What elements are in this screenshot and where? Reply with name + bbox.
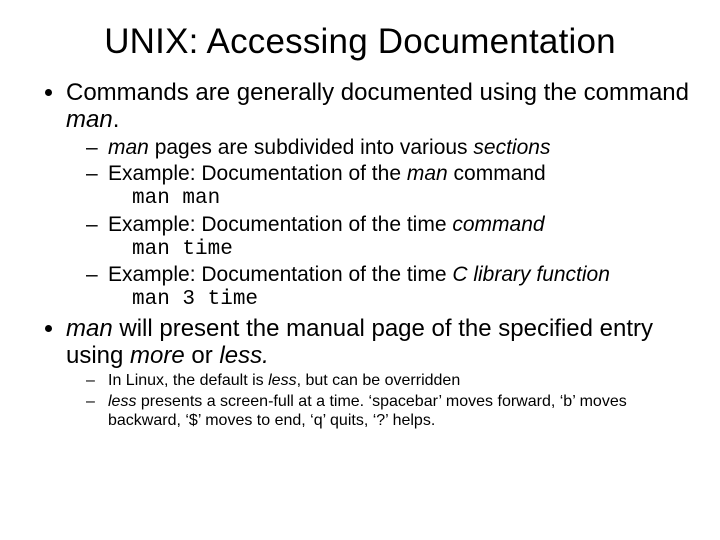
sub-2a-post: , but can be overridden: [297, 372, 461, 389]
sub-1b: Example: Documentation of the man comman…: [108, 162, 692, 211]
bullet-2: man will present the manual page of the …: [66, 316, 692, 430]
sub-1d-pre: Example: Documentation of the time: [108, 263, 452, 286]
sub-1b-pre: Example: Documentation of the: [108, 162, 407, 185]
bullet-2-em1: man: [66, 315, 113, 342]
bullet-2-sublist: In Linux, the default is less, but can b…: [66, 372, 692, 431]
sub-1a-mid: pages are subdivided into various: [149, 136, 474, 159]
bullet-1-sublist: man pages are subdivided into various se…: [66, 136, 692, 313]
bullet-1-pre: Commands are generally documented using …: [66, 79, 689, 106]
bullet-2-em2: more: [130, 342, 185, 369]
bullet-1: Commands are generally documented using …: [66, 80, 692, 312]
sub-1b-post: command: [448, 162, 546, 185]
sub-1a: man pages are subdivided into various se…: [108, 136, 692, 160]
bullet-2-em3: less.: [219, 342, 268, 369]
sub-1b-em: man: [407, 162, 448, 185]
sub-1b-code: man man: [132, 187, 692, 211]
sub-1c-em: command: [452, 213, 544, 236]
sub-1a-em2: sections: [473, 136, 550, 159]
slide-title: UNIX: Accessing Documentation: [28, 22, 692, 62]
sub-2b-post: presents a screen-full at a time. ‘space…: [108, 393, 627, 429]
sub-1a-em1: man: [108, 136, 149, 159]
sub-1d: Example: Documentation of the time C lib…: [108, 263, 692, 312]
sub-2a-em: less: [268, 372, 296, 389]
sub-1c-pre: Example: Documentation of the time: [108, 213, 452, 236]
sub-1d-code: man 3 time: [132, 288, 692, 312]
sub-2b-em: less: [108, 393, 136, 410]
bullet-2-or: or: [185, 342, 220, 369]
sub-1d-em: C library function: [452, 263, 610, 286]
slide: UNIX: Accessing Documentation Commands a…: [0, 0, 720, 540]
bullet-list-level1: Commands are generally documented using …: [28, 80, 692, 431]
sub-1c: Example: Documentation of the time comma…: [108, 213, 692, 262]
sub-2b: less presents a screen-full at a time. ‘…: [108, 393, 692, 431]
bullet-1-em: man: [66, 106, 113, 133]
sub-1c-code: man time: [132, 238, 692, 262]
bullet-1-post: .: [113, 106, 120, 133]
sub-2a: In Linux, the default is less, but can b…: [108, 372, 692, 391]
sub-2a-pre: In Linux, the default is: [108, 372, 268, 389]
